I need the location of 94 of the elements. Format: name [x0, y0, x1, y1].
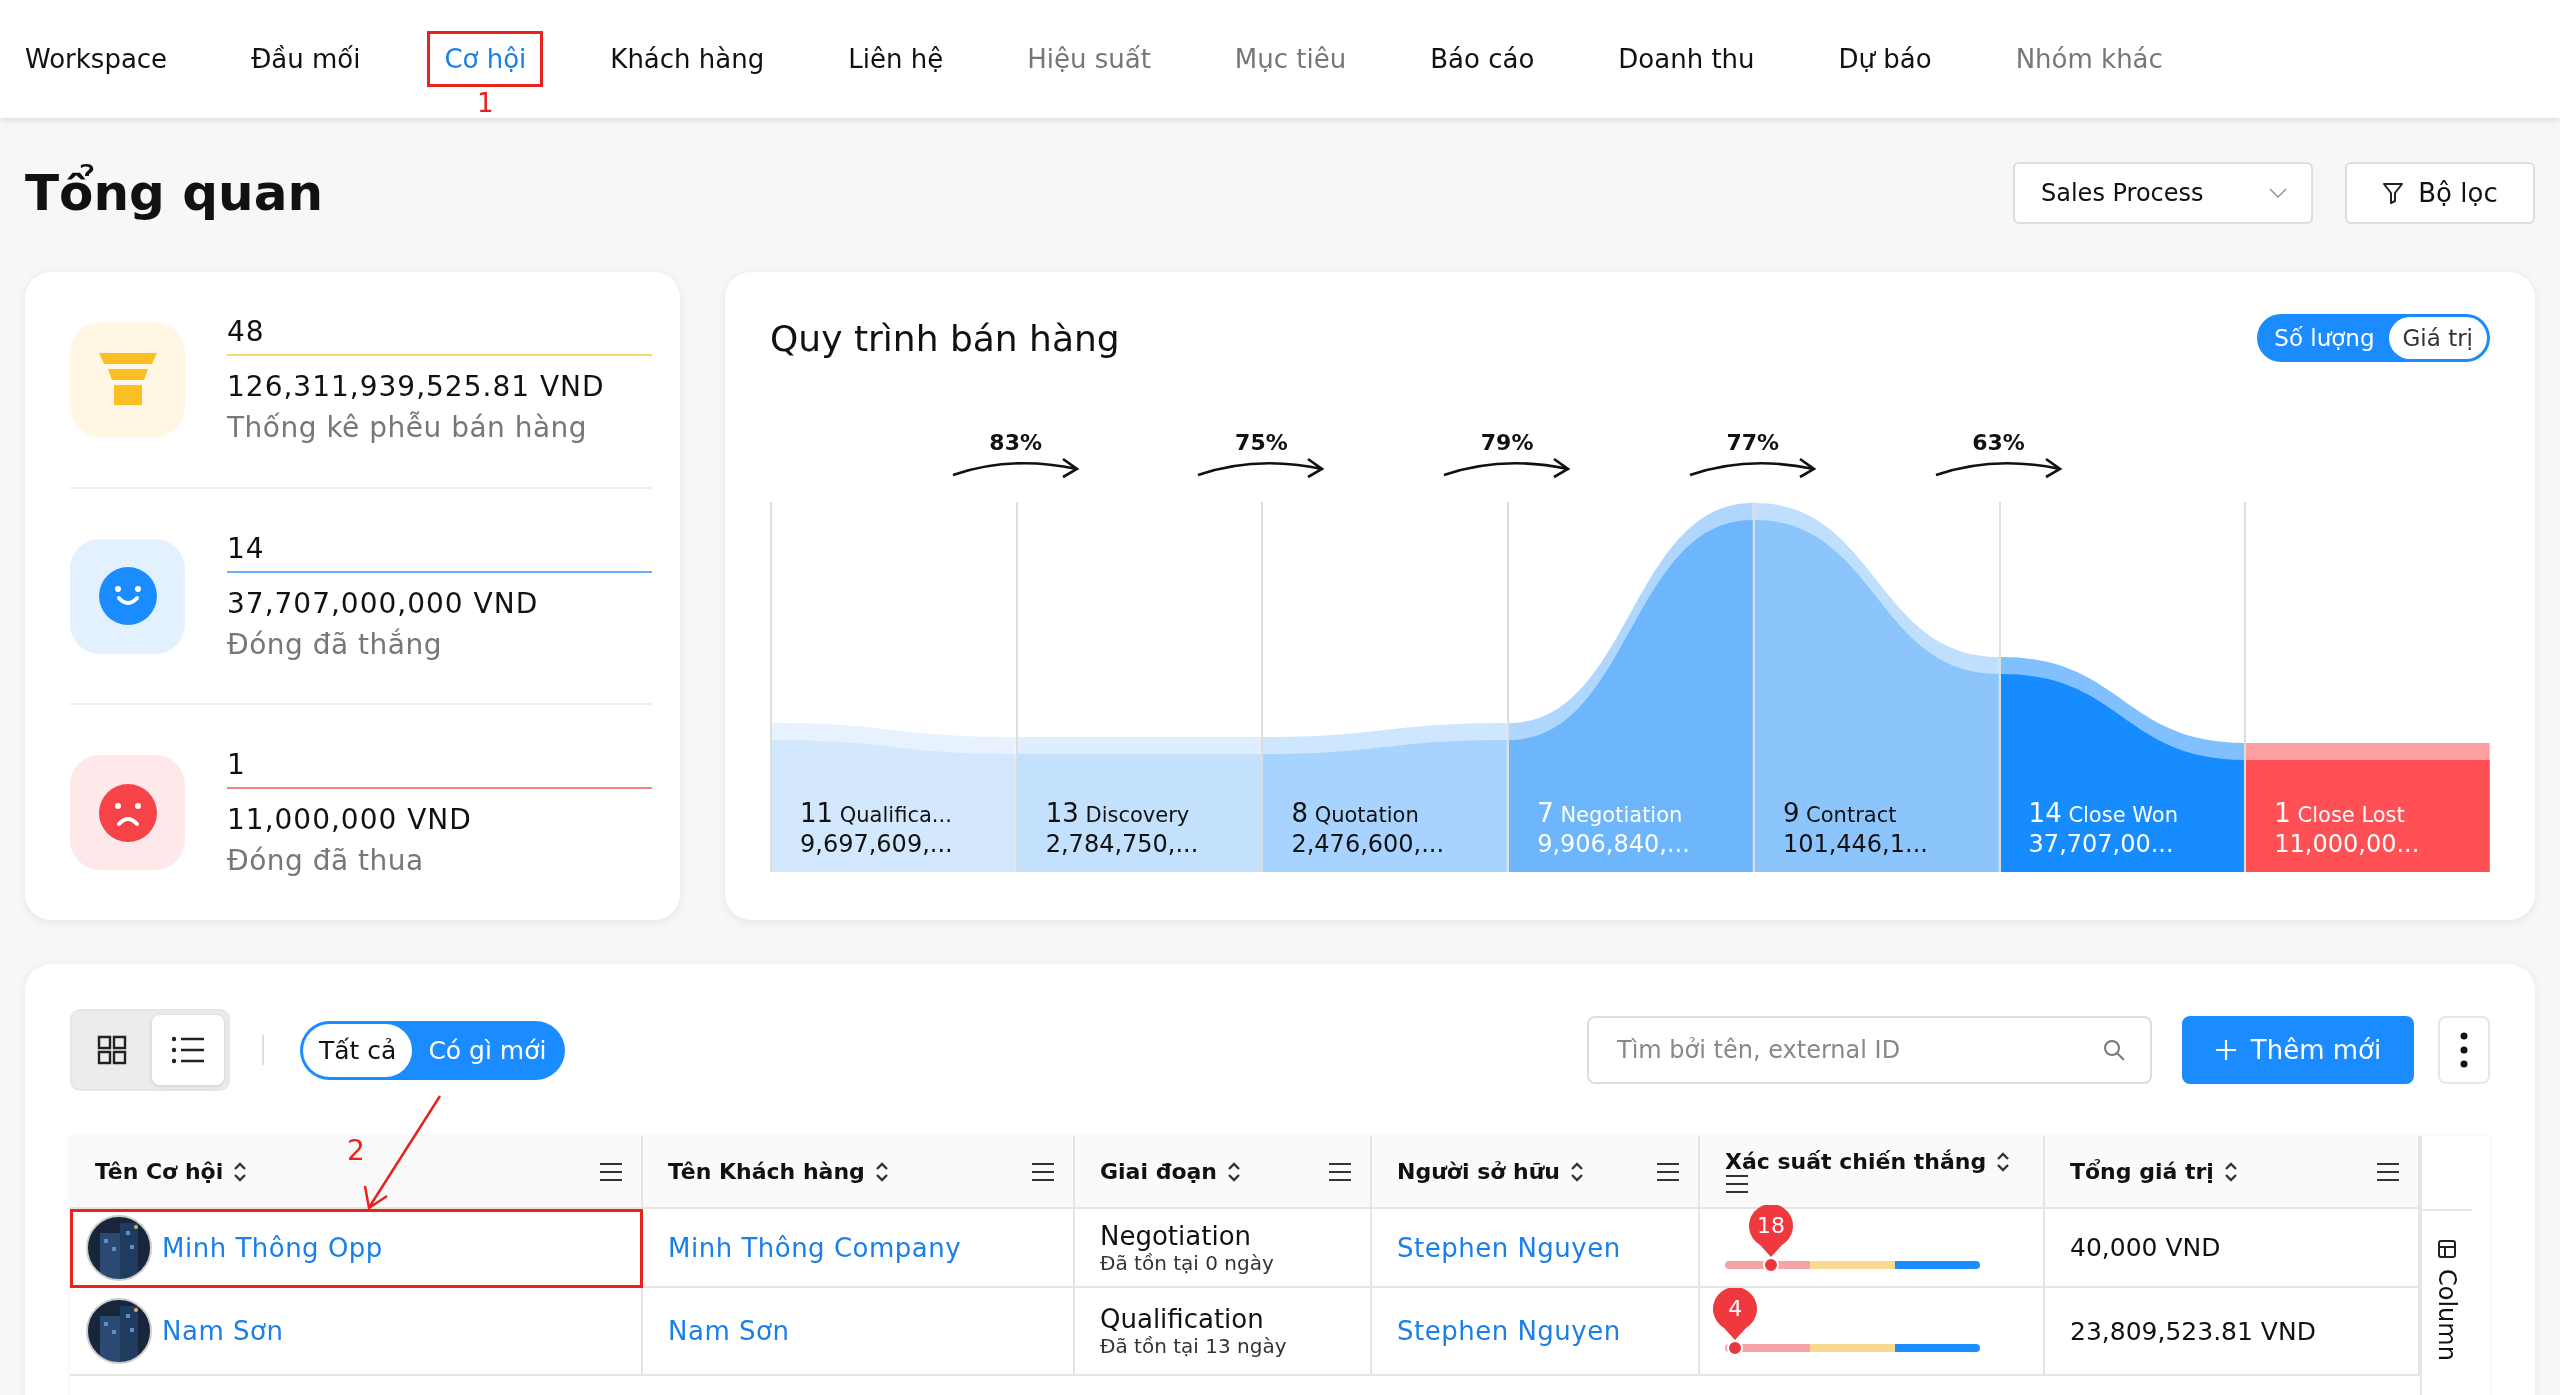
sad-face-icon — [98, 783, 157, 842]
opportunity-link[interactable]: Nam Sơn — [162, 1316, 284, 1346]
filter-button[interactable]: Bộ lọc — [2345, 162, 2535, 224]
search-icon — [2102, 1038, 2126, 1062]
funnel-icon — [98, 353, 157, 406]
column-header[interactable]: Tổng giá trị — [2045, 1136, 2420, 1209]
menu-icon[interactable] — [599, 1161, 623, 1182]
grid-icon — [97, 1035, 127, 1065]
arrow-icon — [1933, 455, 2064, 481]
opportunity-link[interactable]: Minh Thông Opp — [162, 1232, 383, 1263]
stage-label: 9 Contract — [1782, 798, 1898, 828]
conversion-rate: 63% — [1972, 430, 2025, 455]
menu-icon[interactable] — [1725, 1174, 1749, 1194]
stage-label: 14 Close Won — [2028, 798, 2179, 828]
owner-link[interactable]: Stephen Nguyen — [1397, 1316, 1621, 1346]
nav-tab[interactable]: Doanh thu — [1618, 34, 1755, 84]
sort-icon[interactable] — [2223, 1160, 2238, 1183]
plus-icon — [2214, 1039, 2237, 1061]
sort-icon[interactable] — [1996, 1150, 2011, 1173]
menu-icon[interactable] — [2376, 1161, 2400, 1182]
search-field[interactable]: Tìm bởi tên, external ID — [1587, 1016, 2152, 1084]
stage-value: 37,707,00... — [2028, 830, 2175, 858]
sort-icon[interactable] — [874, 1160, 889, 1183]
arrow-icon — [1687, 455, 1818, 481]
chart-title: Quy trình bán hàng — [770, 317, 1120, 359]
conversion-rate: 79% — [1480, 430, 1534, 455]
stage-value: 11,000,00... — [2274, 830, 2421, 858]
columns-panel-tab[interactable]: Column — [2422, 1211, 2472, 1395]
view-button[interactable] — [152, 1015, 224, 1085]
amount-text: 11,000,000 VND — [227, 803, 473, 837]
menu-icon[interactable] — [1328, 1161, 1352, 1182]
owner-link[interactable]: Stephen Nguyen — [1397, 1232, 1621, 1263]
stage-label: 7 Negotiation — [1537, 798, 1684, 828]
nav-tab[interactable]: Báo cáo — [1430, 34, 1535, 84]
arrow-icon — [1196, 455, 1327, 481]
stage-age-text: Đã tồn tại 0 ngày — [1100, 1250, 1274, 1275]
stage-age-text: Đã tồn tại 13 ngày — [1100, 1334, 1287, 1358]
smiley-icon — [98, 567, 157, 625]
list-icon — [171, 1036, 205, 1064]
stage-label: 11 Qualifica... — [800, 798, 953, 828]
sort-icon[interactable] — [233, 1160, 248, 1183]
menu-icon[interactable] — [1031, 1161, 1055, 1182]
stage-label: 8 Quotation — [1291, 798, 1420, 828]
arrow-icon — [1442, 455, 1573, 481]
process-select[interactable]: Sales Process — [2013, 162, 2313, 224]
stage-label: 13 Discovery — [1045, 798, 1191, 828]
nav-tab[interactable]: Dự báo — [1838, 34, 1932, 84]
conversion-rate: 83% — [989, 430, 1043, 455]
column-header[interactable]: Giai đoạn — [1075, 1136, 1372, 1209]
column-header[interactable]: Tên Khách hàng — [643, 1136, 1075, 1209]
stage-value: 101,446,1... — [1782, 830, 1929, 858]
filter-icon — [2382, 182, 2405, 204]
stage-value: 2,476,600,... — [1291, 830, 1446, 858]
nav-tab[interactable]: Liên hệ — [848, 34, 944, 84]
filter-option[interactable]: Tất cả — [303, 1023, 413, 1077]
probability-thumb[interactable] — [1762, 1256, 1779, 1273]
nav-tab[interactable]: Khách hàng — [610, 34, 765, 84]
conversion-rate: 75% — [1235, 430, 1288, 455]
count-text: 48 — [227, 314, 652, 356]
count-text: 1 — [227, 748, 652, 790]
column-header[interactable]: Người sở hữu — [1372, 1136, 1700, 1209]
conversion-rate: 77% — [1726, 430, 1780, 455]
total-value: 23,809,523.81 VND — [2070, 1316, 2316, 1346]
amount-text: 37,707,000,000 VND — [227, 586, 540, 620]
chevron-down-icon — [2269, 188, 2287, 198]
annotation-label: 1 — [477, 88, 494, 118]
table-icon — [2437, 1239, 2457, 1259]
menu-icon[interactable] — [1656, 1161, 1680, 1182]
total-value: 40,000 VND — [2070, 1233, 2221, 1262]
probability-thumb[interactable] — [1727, 1340, 1744, 1356]
sort-icon[interactable] — [1570, 1160, 1584, 1183]
stage-value: 9,697,609,... — [800, 830, 954, 858]
nav-tab[interactable]: Đầu mối — [251, 34, 361, 84]
count-text: 14 — [227, 531, 652, 573]
more-icon — [2460, 1032, 2468, 1068]
stage-text: Qualification — [1100, 1304, 1265, 1334]
stage-label: 1 Close Lost — [2274, 798, 2406, 828]
amount-text: 126,311,939,525.81 VND — [227, 369, 606, 403]
nav-tab[interactable]: Workspace — [25, 34, 168, 84]
arrow-icon — [950, 455, 1081, 481]
summary-label: Đóng đã thua — [227, 844, 425, 878]
annotation-label: 2 — [347, 1134, 365, 1167]
sort-icon[interactable] — [1227, 1160, 1241, 1183]
column-header[interactable]: Xác suất chiến thắng — [1700, 1136, 2045, 1209]
summary-label: Đóng đã thắng — [227, 627, 443, 661]
more-button[interactable] — [2438, 1016, 2490, 1084]
mode-option[interactable]: Giá trị — [2388, 317, 2487, 359]
page-title: Tổng quan — [25, 164, 324, 222]
stage-value: 2,784,750,... — [1045, 830, 1200, 858]
customer-link[interactable]: Minh Thông Company — [668, 1232, 962, 1263]
stage-value: 9,906,840,... — [1537, 830, 1691, 858]
customer-link[interactable]: Nam Sơn — [668, 1316, 790, 1346]
stage-text: Negotiation — [1100, 1220, 1252, 1251]
summary-label: Thống kê phễu bán hàng — [227, 410, 589, 444]
